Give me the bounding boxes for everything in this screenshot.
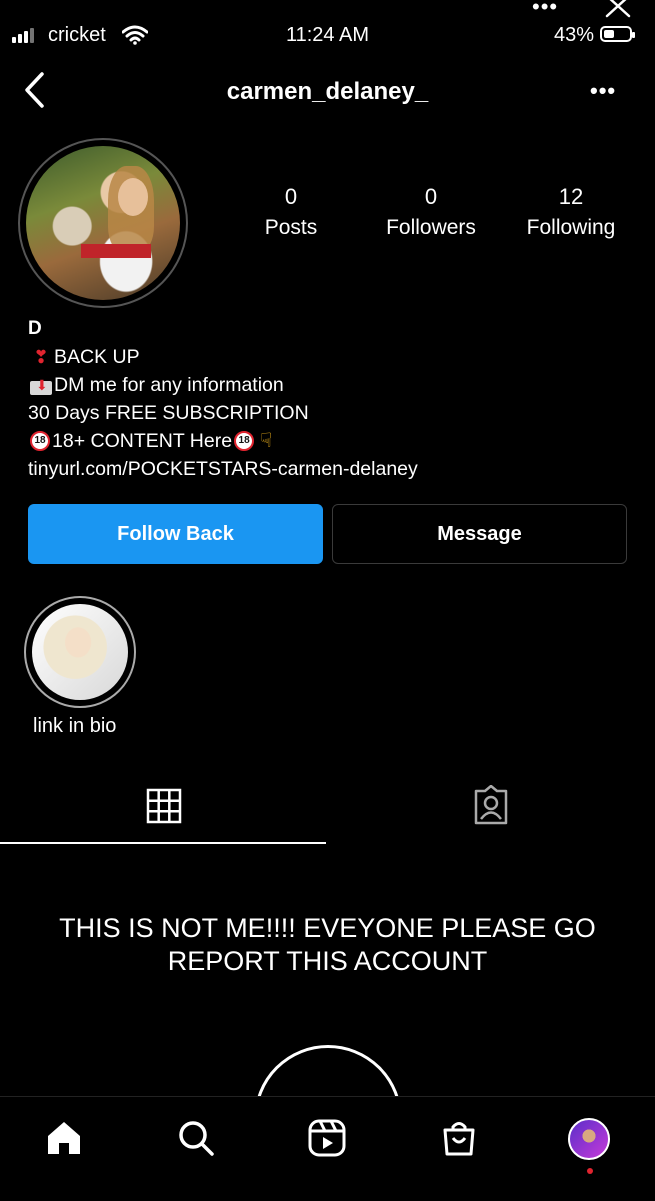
- bio-line: ❣ BACK UP: [28, 343, 628, 371]
- search-icon[interactable]: [176, 1118, 216, 1158]
- posts-count: 0: [284, 184, 298, 209]
- envelope-arrow-icon: ⬇: [28, 375, 54, 395]
- profile-avatar[interactable]: [26, 146, 180, 300]
- no-under-18-icon: 18: [30, 431, 50, 451]
- grid-icon[interactable]: [146, 788, 182, 824]
- pointing-down-icon: ☟: [260, 430, 273, 452]
- more-dots-icon[interactable]: •••: [532, 0, 558, 20]
- profile-bio: D ❣ BACK UP ⬇ DM me for any information …: [28, 315, 628, 483]
- home-icon[interactable]: [44, 1118, 84, 1158]
- message-button[interactable]: Message: [332, 504, 627, 564]
- followers-stat[interactable]: 0 Followers: [376, 184, 486, 240]
- posts-label: Posts: [264, 216, 318, 239]
- following-count: 12: [558, 184, 584, 209]
- bio-name: D: [28, 318, 42, 339]
- bio-text: BACK UP: [54, 346, 140, 368]
- tagged-icon[interactable]: [470, 785, 512, 827]
- bio-text: 30 Days FREE SUBSCRIPTION: [28, 402, 309, 424]
- profile-tab-avatar[interactable]: [568, 1118, 610, 1160]
- heart-exclamation-icon: ❣: [33, 347, 49, 367]
- battery-icon: [600, 26, 635, 42]
- notification-dot: [587, 1168, 593, 1174]
- highlight-label: link in bio: [33, 715, 117, 737]
- bio-link[interactable]: tinyurl.com/POCKETSTARS-carmen-delaney: [28, 455, 628, 483]
- following-label: Following: [526, 216, 616, 239]
- posts-stat[interactable]: 0 Posts: [251, 184, 331, 240]
- followers-count: 0: [424, 184, 438, 209]
- active-tab-indicator: [0, 842, 326, 844]
- battery-percent: 43%: [554, 24, 595, 46]
- bio-line: 18 18+ CONTENT Here 18 ☟: [28, 427, 628, 455]
- caption-line: REPORT THIS ACCOUNT: [167, 946, 488, 976]
- follow-back-button[interactable]: Follow Back: [28, 504, 323, 564]
- reels-icon[interactable]: [307, 1118, 347, 1158]
- bio-line: ⬇ DM me for any information: [28, 371, 628, 399]
- more-options-button[interactable]: •••: [590, 78, 616, 104]
- profile-username: carmen_delaney_: [226, 78, 429, 105]
- close-icon[interactable]: [603, 0, 635, 18]
- caption-line: THIS IS NOT ME!!!! EVEYONE PLEASE GO: [59, 913, 596, 943]
- followers-label: Followers: [386, 216, 476, 239]
- shop-icon[interactable]: [439, 1118, 479, 1158]
- overlay-caption: THIS IS NOT ME!!!! EVEYONE PLEASE GO REP…: [0, 912, 655, 978]
- following-stat[interactable]: 12 Following: [515, 184, 627, 240]
- no-under-18-icon: 18: [234, 431, 255, 451]
- story-highlight[interactable]: [32, 604, 128, 700]
- bio-text: DM me for any information: [54, 374, 284, 396]
- bio-text: 18+ CONTENT Here: [52, 430, 233, 452]
- status-bar: cricket 11:24 AM 43%: [0, 18, 655, 54]
- bio-link-text[interactable]: tinyurl.com/POCKETSTARS-carmen-delaney: [28, 455, 418, 483]
- bio-line: 30 Days FREE SUBSCRIPTION: [28, 399, 628, 427]
